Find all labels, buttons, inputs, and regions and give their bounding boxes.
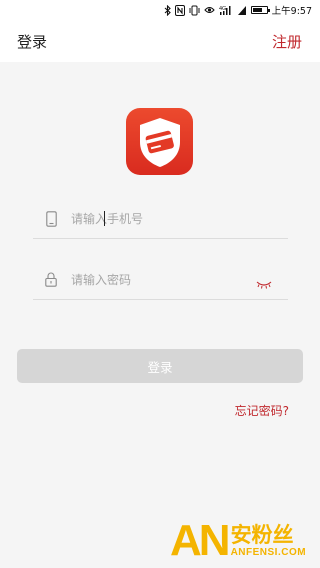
status-bar: 4G 上午9:57 — [0, 0, 320, 20]
eye-comfort-icon — [203, 4, 215, 16]
watermark-cn: 安粉丝 — [230, 522, 294, 547]
signal-icon — [237, 4, 247, 16]
phone-input[interactable] — [71, 211, 241, 226]
login-button[interactable]: 登录 — [17, 349, 303, 383]
forgot-password-link[interactable]: 忘记密码? — [235, 402, 289, 419]
page-title: 登录 — [17, 32, 48, 51]
password-input[interactable] — [71, 272, 241, 287]
text-cursor — [104, 211, 105, 226]
nfc-icon — [174, 4, 185, 16]
bluetooth-icon — [164, 4, 171, 16]
watermark-logo: AN 安粉丝 ANFENSI.COM — [170, 516, 318, 566]
phone-icon — [39, 210, 63, 227]
register-link[interactable]: 注册 — [272, 31, 302, 52]
phone-field — [33, 199, 288, 239]
4g-signal-icon: 4G — [219, 4, 233, 16]
app-logo — [126, 108, 193, 175]
shield-card-icon — [139, 117, 180, 167]
password-field — [33, 260, 288, 300]
vibrate-icon — [189, 4, 200, 16]
status-time: 上午9:57 — [271, 6, 312, 17]
eye-closed-icon[interactable] — [256, 274, 272, 293]
battery-icon — [250, 4, 270, 16]
network-label: 4G — [219, 6, 226, 12]
watermark-en: ANFENSI.COM — [230, 547, 307, 559]
watermark-mark: AN — [170, 516, 231, 565]
nav-bar: 登录 注册 — [0, 20, 320, 62]
lock-icon — [39, 272, 63, 287]
